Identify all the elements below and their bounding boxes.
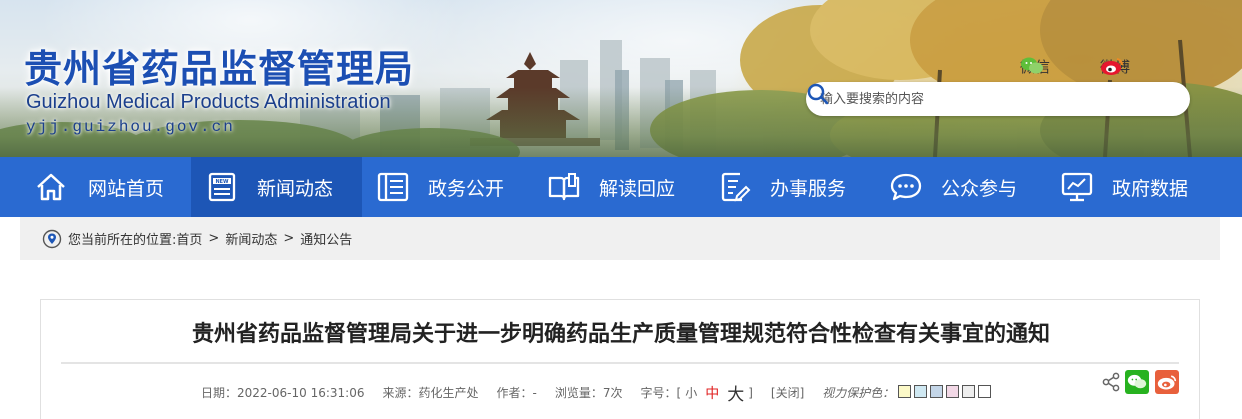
nav-item-gov-data[interactable]: 政府数据 [1046,157,1242,217]
vision-color-swatch[interactable] [898,384,912,398]
data-monitor-icon [1060,170,1094,204]
open-book-icon [547,170,581,204]
nav-label: 政府数据 [1112,177,1189,200]
share-icon[interactable] [1101,370,1121,394]
font-size-large[interactable]: 大 [727,380,744,405]
site-title: 贵州省药品监督管理局 [24,47,415,91]
weibo-icon [1101,58,1124,75]
publish-date: 2022-06-10 16:31:06 [237,385,365,400]
article-panel: 贵州省药品监督管理局关于进一步明确药品生产质量管理规范符合性检查有关事宜的通知 … [40,299,1200,419]
news-icon: NEW [205,170,239,204]
breadcrumb-home[interactable]: 首页 [176,229,202,248]
header-banner: 贵州省药品监督管理局 Guizhou Medical Products Admi… [0,0,1242,157]
location-pin-icon [42,229,62,248]
main-nav: 网站首页 NEW 新闻动态 政务公开 解读回应 办事服务 公众参与 政府数据 [0,157,1242,217]
form-icon [718,170,752,204]
nav-label: 网站首页 [88,177,165,200]
share-weibo-button[interactable] [1155,370,1179,394]
title-divider [61,362,1179,364]
nav-item-gov-affairs[interactable]: 政务公开 [362,157,533,217]
close-link[interactable]: [关闭] [771,384,804,401]
vision-color-swatch[interactable] [914,384,928,398]
nav-label: 解读回应 [599,177,676,200]
svg-text:NEW: NEW [215,179,229,185]
views-label: 浏览量： [554,386,603,400]
wechat-icon [1127,374,1147,389]
breadcrumb-prefix: 您当前所在的位置: [68,233,177,248]
nav-item-news[interactable]: NEW 新闻动态 [191,157,362,217]
breadcrumb-separator: > [283,231,295,246]
nav-label: 新闻动态 [257,177,334,200]
article-title: 贵州省药品监督管理局关于进一步明确药品生产质量管理规范符合性检查有关事宜的通知 [191,322,1050,347]
breadcrumb-separator: > [208,231,220,246]
wechat-icon [1021,57,1043,74]
source-value: 药化生产处 [418,386,479,400]
nav-label: 办事服务 [770,177,847,200]
date-label: 日期： [201,386,238,400]
font-size-bracket: ] [748,385,753,400]
wechat-link[interactable]: 微信 [1020,56,1050,77]
vision-color-swatches [898,384,994,401]
breadcrumb: 您当前所在的位置: 首页 > 新闻动态 > 通知公告 [20,217,1220,260]
nav-label: 公众参与 [941,177,1018,200]
vision-color-swatch[interactable] [930,384,944,398]
search-icon[interactable] [806,82,830,106]
site-url: yjj.guizhou.gov.cn [26,118,235,136]
search-input[interactable] [820,89,1140,109]
vision-color-swatch[interactable] [962,384,976,398]
font-size-small[interactable]: 小 [685,384,697,401]
author-value: - [532,385,537,400]
nav-item-home[interactable]: 网站首页 [0,157,191,217]
nav-item-services[interactable]: 办事服务 [704,157,875,217]
nav-label: 政务公开 [428,177,505,200]
font-size-label: 字号：[ [640,386,682,400]
vision-color-swatch[interactable] [946,384,960,398]
chat-bubble-icon [889,170,923,204]
vision-color-swatch[interactable] [978,384,992,398]
breadcrumb-news[interactable]: 新闻动态 [225,229,277,248]
breadcrumb-notices[interactable]: 通知公告 [300,229,352,248]
nav-item-interpretation[interactable]: 解读回应 [533,157,704,217]
article-meta: 日期： 2022-06-10 16:31:06 来源： 药化生产处 作者： - … [201,380,994,405]
search-box [806,82,1190,116]
nav-item-participation[interactable]: 公众参与 [875,157,1046,217]
share-wechat-button[interactable] [1125,370,1149,394]
views-count: 7次 [602,386,623,400]
weibo-icon [1157,375,1177,390]
home-icon [34,170,68,204]
weibo-link[interactable]: 微博 [1100,56,1130,77]
source-label: 来源： [382,386,419,400]
vision-color-label: 视力保护色： [822,386,895,400]
document-list-icon [376,170,410,204]
author-label: 作者： [496,386,533,400]
font-size-medium[interactable]: 中 [705,383,719,403]
site-title-english: Guizhou Medical Products Administration [26,91,391,113]
